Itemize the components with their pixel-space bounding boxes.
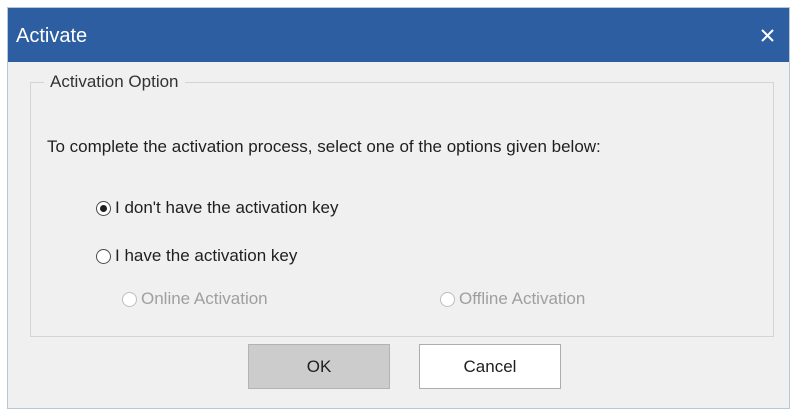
radio-button-disabled — [122, 291, 137, 307]
radio-label: Online Activation — [141, 289, 268, 308]
radio-label: I have the activation key — [115, 246, 298, 265]
radio-online-activation: Online Activation — [122, 289, 268, 309]
radio-label: Offline Activation — [459, 289, 586, 308]
radio-have-activation-key[interactable]: I have the activation key — [96, 246, 297, 266]
radio-offline-activation: Offline Activation — [440, 289, 585, 309]
radio-label: I don't have the activation key — [115, 198, 339, 217]
title-bar[interactable]: Activate — [8, 8, 789, 62]
radio-button-disabled — [440, 291, 455, 307]
radio-button-checked[interactable] — [96, 200, 111, 216]
close-icon — [760, 28, 774, 42]
cancel-button[interactable]: Cancel — [419, 344, 561, 389]
radio-button[interactable] — [96, 248, 111, 264]
ok-button[interactable]: OK — [248, 344, 390, 389]
dialog-title: Activate — [16, 25, 88, 47]
group-legend: Activation Option — [44, 73, 185, 91]
close-button[interactable] — [745, 8, 789, 62]
radio-no-activation-key[interactable]: I don't have the activation key — [96, 198, 338, 218]
instruction-text: To complete the activation process, sele… — [47, 137, 601, 156]
